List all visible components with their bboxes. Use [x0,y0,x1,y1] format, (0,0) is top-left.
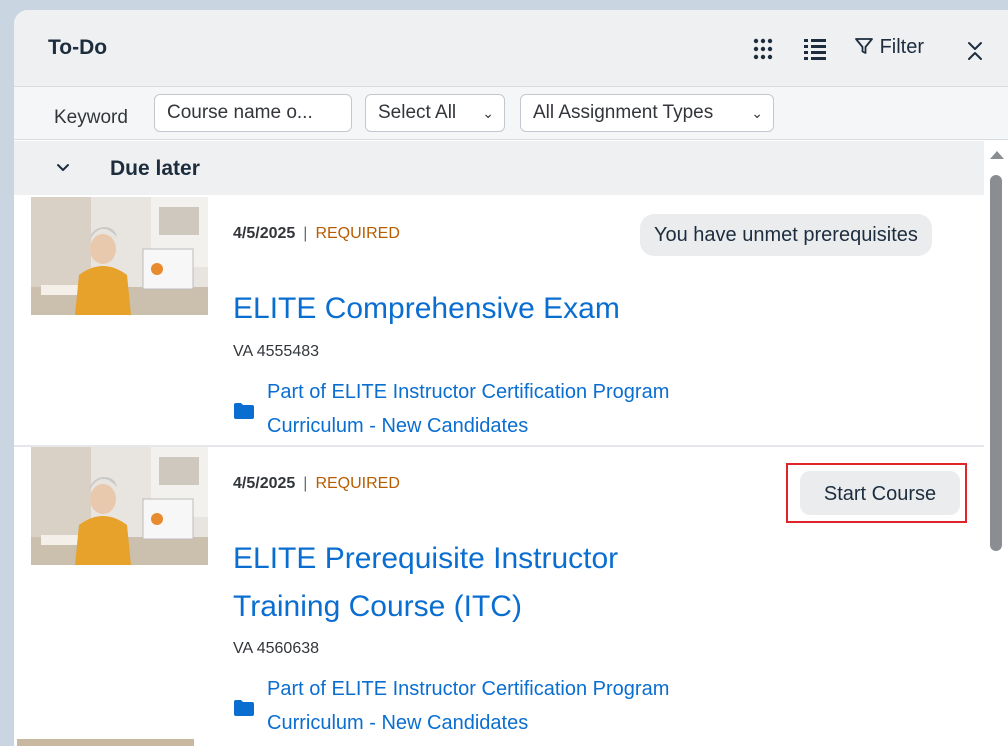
start-course-button[interactable]: Start Course [800,471,960,515]
curriculum-line-1: Part of ELITE Instructor Certification P… [267,381,670,403]
due-date: 4/5/2025 [233,475,296,492]
scroll-thumb[interactable] [990,175,1002,551]
keyword-input[interactable]: Course name o... [154,94,352,132]
curriculum-link[interactable]: Part of ELITE Instructor Certification P… [267,672,747,740]
meta-separator: | [303,225,308,242]
required-status: REQUIRED [315,475,400,492]
next-item-thumbnail-edge [17,739,194,746]
curriculum-line-2: Curriculum - New Candidates [267,712,529,734]
folder-icon [234,403,254,419]
meta-separator: | [303,475,308,492]
curriculum-link[interactable]: Part of ELITE Instructor Certification P… [267,375,747,443]
collapse-button[interactable] [960,34,990,68]
chevron-down-icon [57,164,69,171]
keyword-placeholder: Course name o... [167,102,313,123]
collapse-icon [968,42,982,60]
filter-label: Filter [879,36,925,58]
chevron-down-icon: ⌄ [482,105,494,121]
filter-icon [855,38,873,54]
list-icon [804,39,826,60]
course-title-line-1: ELITE Prerequisite Instructor [233,542,619,575]
list-item: 4/5/2025 | REQUIRED Start Course ELITE Pre… [14,447,984,746]
todo-panel: To-Do Filter Keyword Course name o... Se… [14,10,1008,746]
status-select-value: Select All [378,102,457,123]
curriculum-line-1: Part of ELITE Instructor Certification P… [267,678,670,700]
chevron-down-icon: ⌄ [751,105,763,121]
grid-view-button[interactable] [744,32,784,68]
folder-icon [234,700,254,716]
panel-title: To-Do [48,36,108,59]
item-meta: 4/5/2025 | REQUIRED [233,225,400,243]
course-title-line-2: Training Course (ITC) [233,590,522,623]
scroll-up-arrow-icon[interactable] [990,151,1004,159]
curriculum-line-2: Curriculum - New Candidates [267,415,529,437]
list-view-button[interactable] [796,32,836,68]
group-title: Due later [110,157,200,180]
item-meta: 4/5/2025 | REQUIRED [233,475,400,493]
required-status: REQUIRED [315,225,400,242]
grid-icon [753,38,773,60]
due-date: 4/5/2025 [233,225,296,242]
course-title-link[interactable]: ELITE Prerequisite Instructor Training C… [233,535,753,631]
course-thumbnail [31,197,208,315]
course-title-link[interactable]: ELITE Comprehensive Exam [233,285,753,333]
assignment-type-select[interactable]: All Assignment Types ⌄ [520,94,774,132]
filter-button[interactable]: Filter [854,36,924,64]
group-header[interactable]: Due later [14,141,984,195]
course-code: VA 4555483 [233,343,320,360]
panel-header: To-Do Filter [14,10,1008,87]
list-item: 4/5/2025 | REQUIRED You have unmet prerequ… [14,197,984,447]
status-select[interactable]: Select All ⌄ [365,94,505,132]
assignment-type-value: All Assignment Types [533,102,714,123]
scrollbar[interactable] [986,141,1008,746]
course-thumbnail [31,447,208,565]
prerequisite-badge: You have unmet prerequisites [640,214,932,256]
keyword-label: Keyword [54,107,128,128]
course-code: VA 4560638 [233,640,320,657]
filter-bar: Keyword Course name o... Select All ⌄ Al… [14,87,1008,140]
